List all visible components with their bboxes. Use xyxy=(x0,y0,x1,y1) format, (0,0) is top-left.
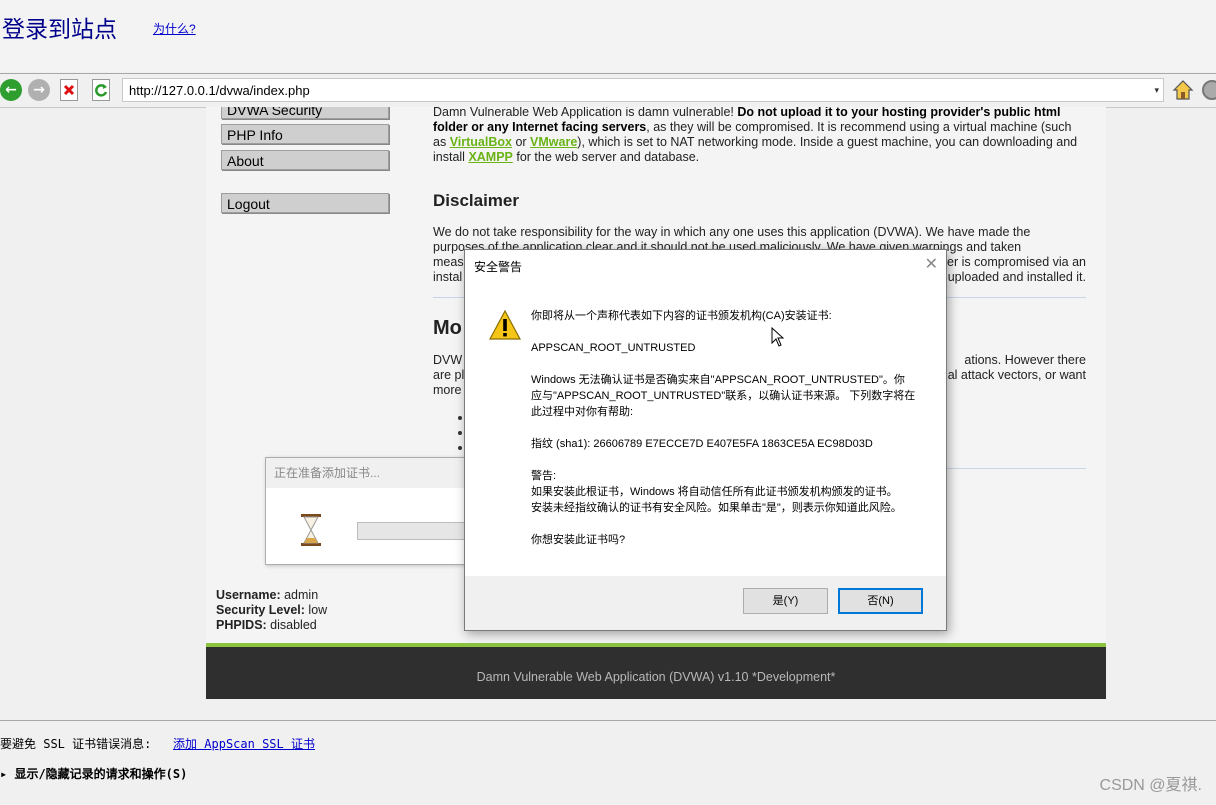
appscan-bottom-panel: 要避免 SSL 证书错误消息: 添加 AppScan SSL 证书 ▸ 显示/隐… xyxy=(0,720,1216,805)
disclaimer-line-1: We do not take responsibility for the wa… xyxy=(433,225,1031,239)
intro-text-or: or xyxy=(511,135,531,149)
ssl-message-prefix: 要避免 SSL 证书错误消息: xyxy=(0,737,152,751)
bullet-dot xyxy=(458,446,462,450)
ca-name: APPSCAN_ROOT_UNTRUSTED xyxy=(531,342,696,354)
security-warning-dialog: 安全警告 ✕ 你即将从一个声称代表如下内容的证书颁发机构(CA)安装证书: AP… xyxy=(464,249,947,631)
windows-message-line-2: 应与"APPSCAN_ROOT_UNTRUSTED"联系，以确认证书来源。 下列… xyxy=(531,390,916,402)
stop-icon[interactable] xyxy=(60,79,78,101)
phpids-label: PHPIDS: xyxy=(216,618,267,632)
menu-item-dvwa-security[interactable]: DVWA Security xyxy=(221,107,389,119)
address-bar[interactable]: http://127.0.0.1/dvwa/index.php ▾ xyxy=(122,78,1164,102)
intro-paragraph: Damn Vulnerable Web Application is damn … xyxy=(433,107,1088,165)
menu-item-about[interactable]: About xyxy=(221,150,389,170)
bullet-dot xyxy=(458,416,462,420)
more-heading: Mo xyxy=(433,317,462,339)
close-icon[interactable]: ✕ xyxy=(925,254,938,273)
back-icon[interactable]: ← xyxy=(0,79,22,101)
disclaimer-heading: Disclaimer xyxy=(433,191,519,210)
warning-message: 警告: 如果安装此根证书，Windows 将自动信任所有此证书颁发机构颁发的证书… xyxy=(531,468,926,516)
page-header: 登录到站点 为什么? xyxy=(0,0,1216,72)
home-icon[interactable] xyxy=(1171,78,1195,102)
install-question: 你想安装此证书吗? xyxy=(531,534,626,546)
yes-button[interactable]: 是(Y) xyxy=(743,588,828,614)
more-line-1-left: DVW xyxy=(433,353,463,367)
warning-line-2: 安装未经指纹确认的证书有安全风险。如果单击"是"，则表示你知道此风险。 xyxy=(531,502,902,514)
disclaimer-line-4-left: instal xyxy=(433,270,463,284)
settings-icon[interactable] xyxy=(1202,80,1216,100)
warning-icon xyxy=(488,309,522,340)
address-dropdown-icon[interactable]: ▾ xyxy=(1154,79,1159,103)
security-level-label: Security Level: xyxy=(216,603,305,617)
windows-message: Windows 无法确认证书是否确实来自"APPSCAN_ROOT_UNTRUS… xyxy=(531,372,926,420)
no-button[interactable]: 否(N) xyxy=(838,588,923,614)
ssl-message: 要避免 SSL 证书错误消息: 添加 AppScan SSL 证书 xyxy=(0,735,315,752)
more-line-1-right: ations. However there xyxy=(964,353,1086,367)
status-info: Username: admin Security Level: low PHPI… xyxy=(216,588,327,633)
xampp-link[interactable]: XAMPP xyxy=(468,150,512,164)
dialog-intro: 你即将从一个声称代表如下内容的证书颁发机构(CA)安装证书: xyxy=(531,310,832,322)
windows-message-line-3: 此过程中对你有帮助: xyxy=(531,406,634,418)
url-text: http://127.0.0.1/dvwa/index.php xyxy=(129,83,310,98)
username-value: admin xyxy=(280,588,319,602)
warning-line-1: 如果安装此根证书，Windows 将自动信任所有此证书颁发机构颁发的证书。 xyxy=(531,486,898,498)
progress-bar xyxy=(357,522,469,540)
more-line-2-right: al attack vectors, or want xyxy=(947,368,1086,382)
dialog-button-bar: 是(Y) 否(N) xyxy=(465,576,946,630)
security-level-value: low xyxy=(304,603,328,617)
page-title: 登录到站点 xyxy=(2,17,117,43)
browser-toolbar: ← → http://127.0.0.1/dvwa/index.php ▾ xyxy=(0,73,1216,108)
dialog-title: 安全警告 xyxy=(474,260,523,274)
add-ssl-certificate-link[interactable]: 添加 AppScan SSL 证书 xyxy=(173,737,315,751)
watermark: CSDN @夏祺. xyxy=(1099,777,1202,794)
username-row: Username: admin xyxy=(216,588,327,603)
intro-text-1: Damn Vulnerable Web Application is damn … xyxy=(433,107,738,119)
windows-message-line-1: Windows 无法确认证书是否确实来自"APPSCAN_ROOT_UNTRUS… xyxy=(531,374,905,386)
progress-dialog-title: 正在准备添加证书... xyxy=(266,458,476,488)
why-link[interactable]: 为什么? xyxy=(153,20,196,37)
security-level-row: Security Level: low xyxy=(216,603,327,618)
progress-dialog: 正在准备添加证书... xyxy=(265,457,477,565)
intro-text-4: for the web server and database. xyxy=(512,150,700,164)
forward-icon[interactable]: → xyxy=(28,79,50,101)
hourglass-icon xyxy=(300,514,322,546)
warning-label: 警告: xyxy=(531,470,557,482)
phpids-row: PHPIDS: disabled xyxy=(216,618,327,633)
menu-item-php-info[interactable]: PHP Info xyxy=(221,124,389,144)
disclaimer-line-3-left: meas xyxy=(433,255,464,269)
username-label: Username: xyxy=(216,588,281,602)
toggle-recorded-requests[interactable]: ▸ 显示/隐藏记录的请求和操作(S) xyxy=(0,765,187,782)
phpids-value: disabled xyxy=(266,618,317,632)
disclaimer-line-4-right: uploaded and installed it. xyxy=(947,270,1086,284)
bullet-dot xyxy=(458,431,462,435)
virtualbox-link[interactable]: VirtualBox xyxy=(450,135,512,149)
vmware-link[interactable]: VMware xyxy=(530,135,577,149)
disclaimer-line-3-right: er is compromised via an xyxy=(947,255,1086,269)
thumbprint: 指纹 (sha1): 26606789 E7ECCE7D E407E5FA 18… xyxy=(531,438,873,450)
page-footer: Damn Vulnerable Web Application (DVWA) v… xyxy=(206,647,1106,699)
more-line-2-left: are pl xyxy=(433,368,465,382)
refresh-icon[interactable] xyxy=(92,79,110,101)
menu-item-logout[interactable]: Logout xyxy=(221,193,389,213)
mouse-cursor-icon xyxy=(771,326,785,347)
